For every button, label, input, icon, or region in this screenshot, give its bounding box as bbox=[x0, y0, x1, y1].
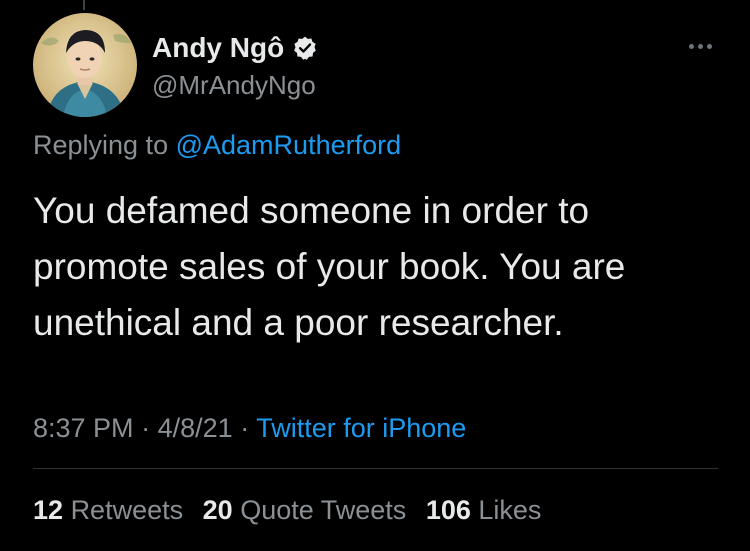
more-dot-icon bbox=[697, 43, 703, 49]
user-handle[interactable]: @MrAndyNgo bbox=[152, 68, 316, 102]
tweet-meta: 8:37 PM · 4/8/21 · Twitter for iPhone bbox=[33, 410, 466, 446]
retweets-label: Retweets bbox=[70, 495, 184, 525]
tweet-time[interactable]: 8:37 PM bbox=[33, 413, 134, 443]
replying-to-label: Replying to bbox=[33, 130, 169, 160]
more-dot-icon bbox=[706, 43, 712, 49]
thread-connector-line bbox=[83, 0, 85, 10]
avatar-illustration bbox=[33, 13, 137, 117]
quote-tweets-count: 20 bbox=[202, 495, 233, 525]
tweet-text: You defamed someone in order to promote … bbox=[33, 190, 626, 343]
more-dot-icon bbox=[688, 43, 694, 49]
tweet-source-link[interactable]: Twitter for iPhone bbox=[256, 413, 466, 443]
likes-stat[interactable]: 106 Likes bbox=[426, 495, 542, 525]
replying-to: Replying to @AdamRutherford bbox=[33, 128, 401, 162]
author-name-row[interactable]: Andy Ngô bbox=[152, 30, 318, 66]
retweets-stat[interactable]: 12 Retweets bbox=[33, 495, 183, 525]
quote-tweets-label: Quote Tweets bbox=[240, 495, 407, 525]
tweet-date[interactable]: 4/8/21 bbox=[158, 413, 233, 443]
likes-label: Likes bbox=[478, 495, 542, 525]
meta-separator: · bbox=[141, 413, 151, 443]
verified-badge-icon bbox=[292, 35, 318, 61]
likes-count: 106 bbox=[425, 495, 471, 525]
engagement-stats: 12 Retweets 20 Quote Tweets 106 Likes bbox=[33, 492, 553, 528]
quote-tweets-stat[interactable]: 20 Quote Tweets bbox=[203, 495, 407, 525]
meta-separator: · bbox=[240, 413, 250, 443]
avatar[interactable] bbox=[33, 13, 137, 117]
divider bbox=[33, 468, 718, 469]
display-name[interactable]: Andy Ngô bbox=[152, 30, 284, 66]
retweets-count: 12 bbox=[33, 495, 64, 525]
reply-mention-link[interactable]: @AdamRutherford bbox=[176, 130, 402, 160]
more-options-button[interactable] bbox=[680, 34, 720, 58]
